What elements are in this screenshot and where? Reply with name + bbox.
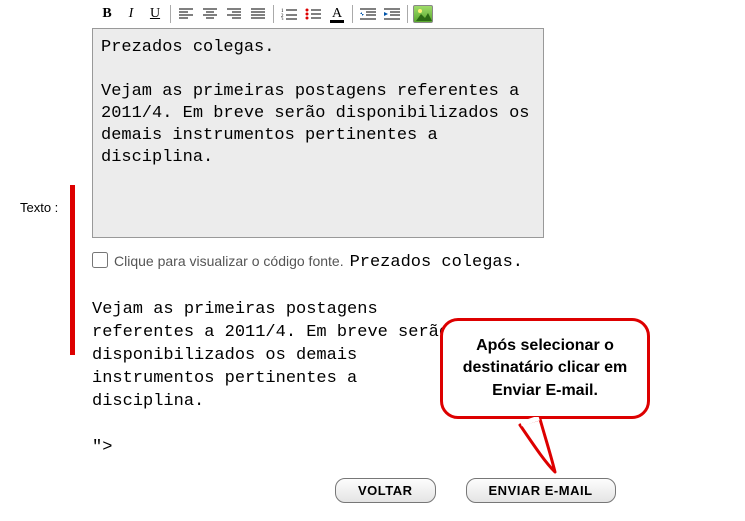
insert-image-button[interactable] bbox=[412, 4, 434, 24]
toolbar-divider bbox=[273, 5, 274, 23]
field-label-texto: Texto : bbox=[20, 200, 58, 215]
instruction-callout-text: Após selecionar o destinatário clicar em… bbox=[463, 337, 628, 399]
preview-inline-text: Prezados colegas. bbox=[350, 253, 523, 272]
editor-toolbar: B I U 123 A bbox=[92, 0, 725, 28]
toolbar-divider bbox=[352, 5, 353, 23]
indent-button[interactable] bbox=[381, 4, 403, 24]
italic-button[interactable]: I bbox=[120, 4, 142, 24]
bold-button[interactable]: B bbox=[96, 4, 118, 24]
view-source-checkbox[interactable] bbox=[92, 252, 108, 268]
unordered-list-button[interactable] bbox=[302, 4, 324, 24]
annotation-highlight-bar bbox=[70, 185, 75, 355]
back-button[interactable]: VOLTAR bbox=[335, 478, 436, 503]
align-center-button[interactable] bbox=[199, 4, 221, 24]
instruction-callout: Após selecionar o destinatário clicar em… bbox=[440, 318, 650, 419]
ordered-list-button[interactable]: 123 bbox=[278, 4, 300, 24]
send-email-button[interactable]: ENVIAR E-MAIL bbox=[466, 478, 616, 503]
view-source-label: Clique para visualizar o código fonte. bbox=[114, 253, 344, 269]
toolbar-divider bbox=[407, 5, 408, 23]
underline-button[interactable]: U bbox=[144, 4, 166, 24]
font-color-button[interactable]: A bbox=[326, 4, 348, 24]
align-right-button[interactable] bbox=[223, 4, 245, 24]
outdent-button[interactable] bbox=[357, 4, 379, 24]
align-justify-button[interactable] bbox=[247, 4, 269, 24]
rich-text-editor[interactable]: Prezados colegas. Vejam as primeiras pos… bbox=[92, 28, 544, 238]
source-toggle-row: Clique para visualizar o código fonte. P… bbox=[92, 250, 725, 272]
preview-text: Vejam as primeiras postagens referentes … bbox=[92, 276, 462, 460]
align-left-button[interactable] bbox=[175, 4, 197, 24]
action-buttons: VOLTAR ENVIAR E-MAIL bbox=[335, 478, 616, 503]
callout-tail-icon bbox=[515, 417, 585, 487]
toolbar-divider bbox=[170, 5, 171, 23]
svg-text:3: 3 bbox=[281, 18, 284, 20]
